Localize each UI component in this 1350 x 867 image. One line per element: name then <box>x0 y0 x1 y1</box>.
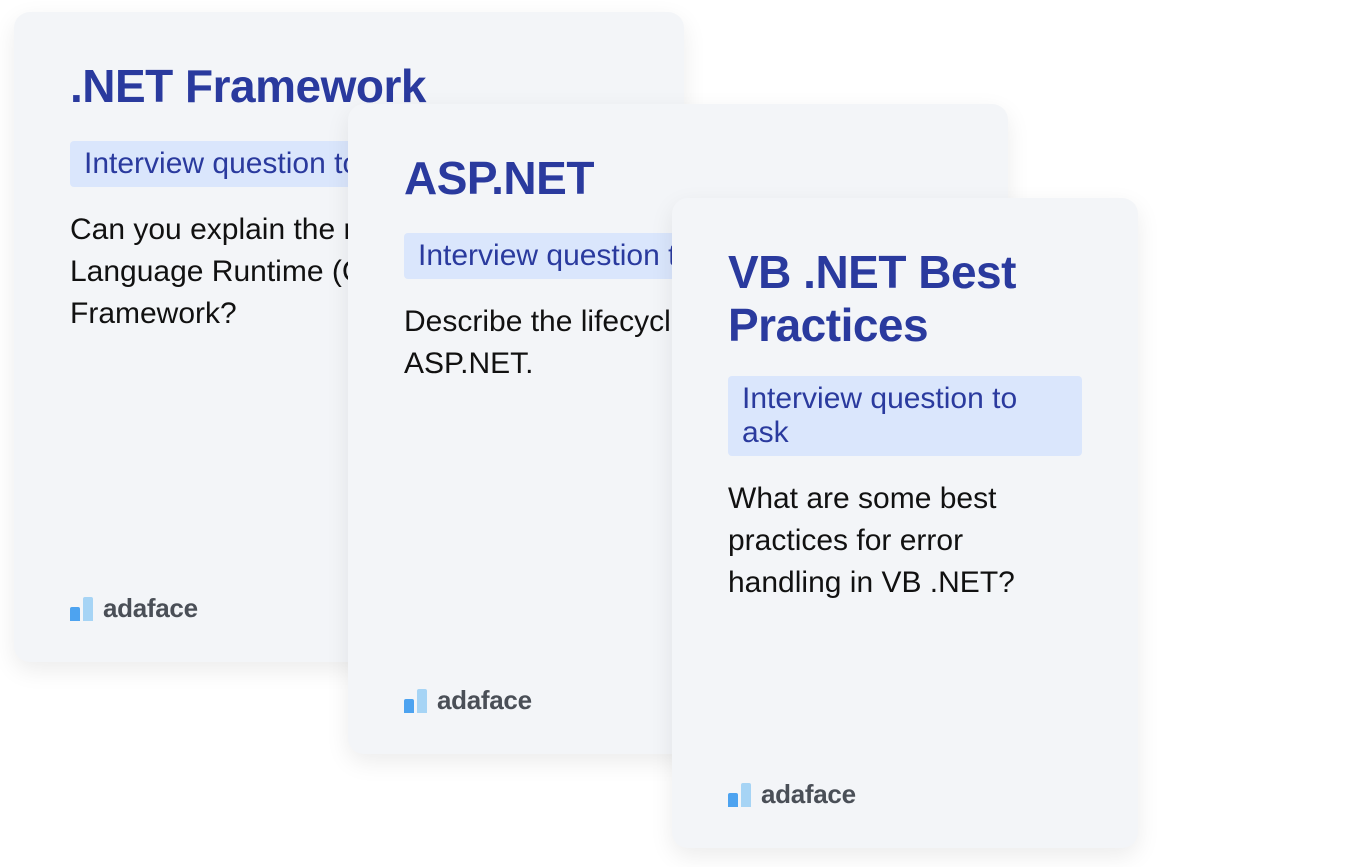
brand-name: adaface <box>103 593 198 624</box>
card-title: VB .NET Best Practices <box>728 246 1082 352</box>
brand-footer: adaface <box>404 685 532 716</box>
card-title: ASP.NET <box>404 152 952 205</box>
question-card: VB .NET Best Practices Interview questio… <box>672 198 1138 848</box>
brand-footer: adaface <box>70 593 198 624</box>
adaface-logo-icon <box>404 689 427 713</box>
brand-footer: adaface <box>728 779 856 810</box>
brand-name: adaface <box>437 685 532 716</box>
card-tag: Interview question to ask <box>728 376 1082 456</box>
card-body: What are some best practices for error h… <box>728 478 1082 604</box>
brand-name: adaface <box>761 779 856 810</box>
adaface-logo-icon <box>70 597 93 621</box>
adaface-logo-icon <box>728 783 751 807</box>
